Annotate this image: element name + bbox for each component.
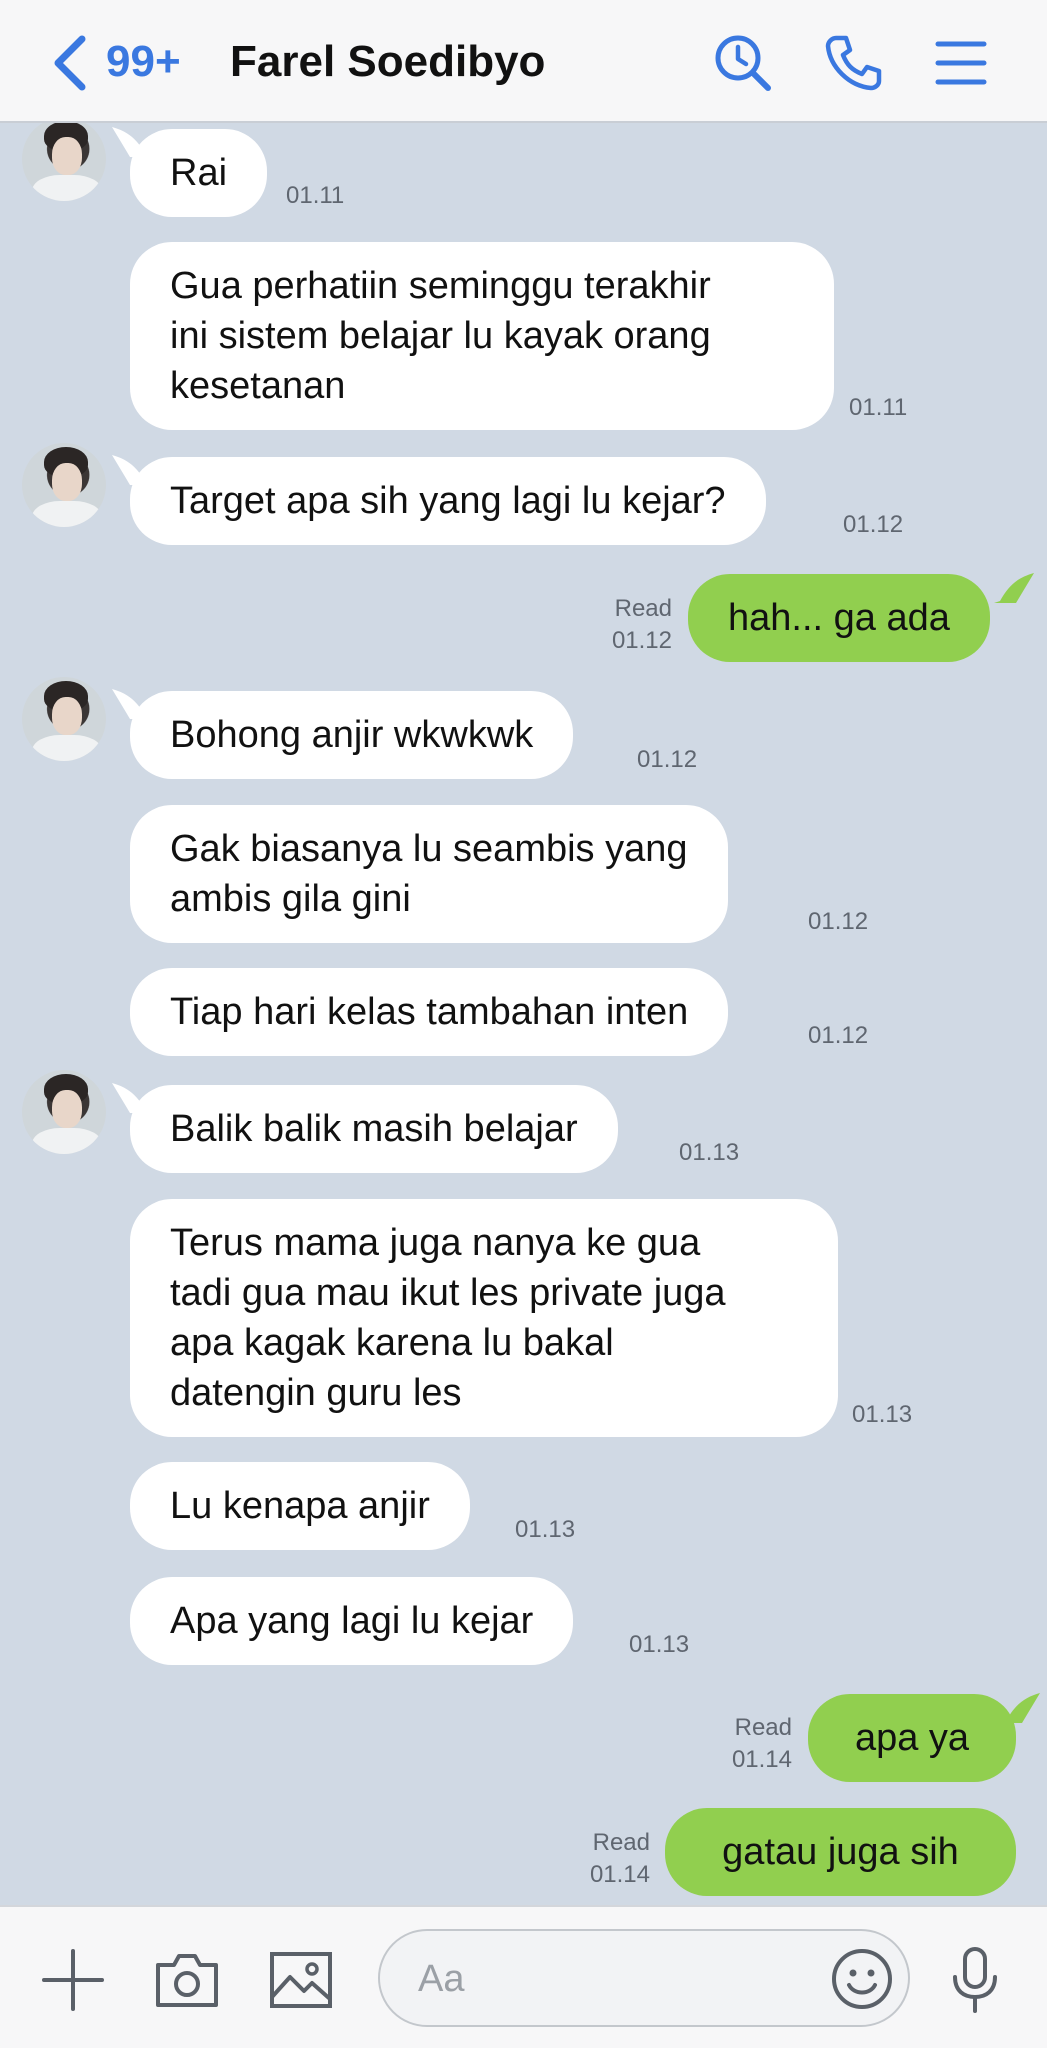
bubble-tail bbox=[994, 573, 1034, 603]
incoming-message[interactable]: Gak biasanya lu seambis yang ambis gila … bbox=[130, 805, 728, 943]
incoming-message[interactable]: Bohong anjir wkwkwk bbox=[130, 691, 574, 779]
message-time: 01.12 bbox=[808, 908, 869, 935]
chat-header: 99+ Farel Soedibyo bbox=[0, 0, 1047, 123]
camera-icon[interactable] bbox=[152, 1945, 222, 2015]
contact-avatar[interactable] bbox=[22, 443, 106, 527]
incoming-message[interactable]: Target apa sih yang lagi lu kejar? bbox=[130, 457, 766, 545]
incoming-message[interactable]: Gua perhatiin seminggu terakhir ini sist… bbox=[130, 242, 834, 430]
search-history-icon[interactable] bbox=[712, 32, 774, 94]
incoming-message[interactable]: Balik balik masih belajar bbox=[130, 1085, 618, 1173]
message-time: 01.11 bbox=[849, 394, 908, 421]
read-receipt: Read 01.12 bbox=[600, 593, 672, 657]
read-receipt: Read 01.14 bbox=[720, 1712, 792, 1776]
incoming-message[interactable]: Tiap hari kelas tambahan inten bbox=[130, 968, 729, 1056]
plus-icon[interactable] bbox=[38, 1945, 108, 2015]
bubble-tail bbox=[1000, 1693, 1040, 1723]
read-label: Read bbox=[734, 1714, 792, 1741]
message-input[interactable] bbox=[418, 1953, 798, 2005]
composer-bar bbox=[0, 1905, 1047, 2048]
message-time: 01.12 bbox=[611, 627, 672, 654]
phone-icon[interactable] bbox=[822, 32, 884, 94]
message-time: 01.13 bbox=[515, 1516, 576, 1543]
message-time: 01.14 bbox=[731, 1746, 792, 1773]
contact-avatar[interactable] bbox=[22, 1070, 106, 1154]
read-label: Read bbox=[614, 595, 672, 622]
message-time: 01.12 bbox=[808, 1022, 869, 1049]
message-time: 01.13 bbox=[629, 1631, 690, 1658]
incoming-message[interactable]: Apa yang lagi lu kejar bbox=[130, 1577, 574, 1665]
menu-icon[interactable] bbox=[930, 32, 992, 94]
read-label: Read bbox=[592, 1829, 650, 1856]
chevron-left-icon[interactable] bbox=[50, 35, 90, 91]
message-time: 01.13 bbox=[852, 1401, 913, 1428]
message-time: 01.14 bbox=[589, 1861, 650, 1888]
outgoing-message[interactable]: hah... ga ada bbox=[688, 574, 990, 662]
chat-title: Farel Soedibyo bbox=[230, 37, 546, 86]
message-time: 01.13 bbox=[679, 1139, 740, 1166]
unread-count-badge[interactable]: 99+ bbox=[106, 36, 181, 88]
contact-avatar[interactable] bbox=[22, 117, 106, 201]
outgoing-message[interactable]: apa ya bbox=[808, 1694, 1016, 1782]
message-input-box[interactable] bbox=[378, 1929, 910, 2027]
incoming-message[interactable]: Rai bbox=[130, 129, 268, 217]
emoji-icon[interactable] bbox=[830, 1947, 894, 2011]
message-time: 01.12 bbox=[637, 746, 698, 773]
outgoing-message[interactable]: gatau juga sih bbox=[665, 1808, 1016, 1896]
incoming-message[interactable]: Terus mama juga nanya ke gua tadi gua ma… bbox=[130, 1199, 838, 1437]
message-time: 01.11 bbox=[286, 182, 345, 209]
image-icon[interactable] bbox=[266, 1945, 336, 2015]
read-receipt: Read 01.14 bbox=[578, 1827, 650, 1891]
message-list[interactable]: Rai 01.11 Gua perhatiin seminggu terakhi… bbox=[0, 117, 1047, 1905]
microphone-icon[interactable] bbox=[940, 1945, 1010, 2015]
message-time: 01.12 bbox=[843, 511, 904, 538]
incoming-message[interactable]: Lu kenapa anjir bbox=[130, 1462, 470, 1550]
contact-avatar[interactable] bbox=[22, 677, 106, 761]
